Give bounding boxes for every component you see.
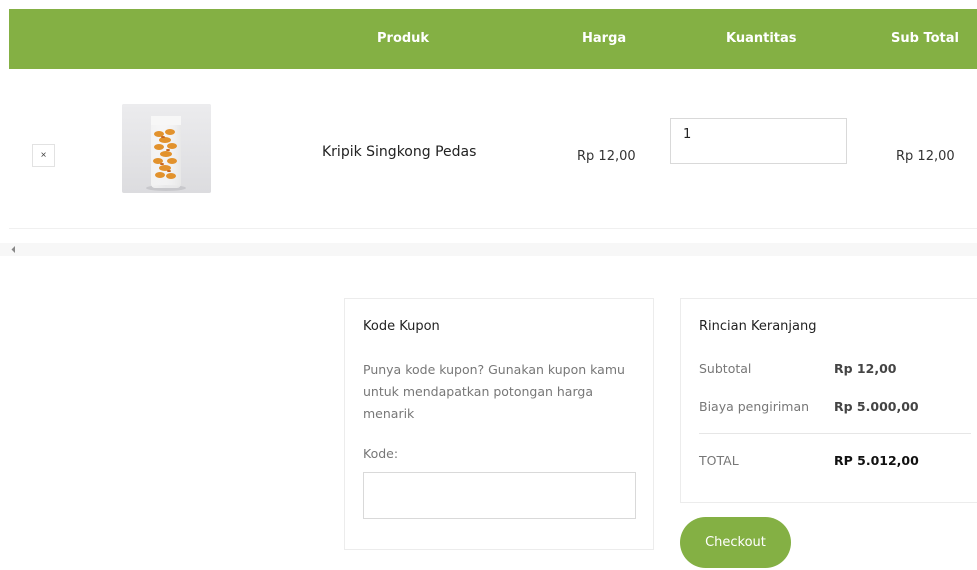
coupon-description: Punya kode kupon? Gunakan kupon kamu unt… xyxy=(363,362,625,421)
header-quantity: Kuantitas xyxy=(726,31,797,46)
coupon-title: Kode Kupon xyxy=(363,319,440,334)
summary-title: Rincian Keranjang xyxy=(699,319,817,334)
cart-summary-card: Rincian Keranjang Subtotal Rp 12,00 Biay… xyxy=(680,298,977,503)
cart-table: Produk Harga Kuantitas Sub Total × Kripi… xyxy=(9,9,977,249)
product-thumbnail[interactable] xyxy=(122,104,211,193)
product-name-link[interactable]: Kripik Singkong Pedas xyxy=(322,144,476,160)
summary-total-label: TOTAL xyxy=(699,453,739,468)
cart-table-header: Produk Harga Kuantitas Sub Total xyxy=(9,9,977,69)
scroll-left-icon[interactable] xyxy=(9,245,21,254)
summary-subtotal-value: Rp 12,00 xyxy=(834,361,897,376)
table-row: × Kripik Singkong Pedas Rp 12,00 1 Rp 12… xyxy=(9,69,977,229)
header-product: Produk xyxy=(377,31,430,46)
summary-shipping-label: Biaya pengiriman xyxy=(699,399,810,414)
summary-subtotal-label: Subtotal xyxy=(699,361,752,376)
header-subtotal: Sub Total xyxy=(891,31,959,46)
checkout-button[interactable]: Checkout xyxy=(680,517,791,568)
horizontal-scrollbar[interactable] xyxy=(0,243,977,256)
product-subtotal: Rp 12,00 xyxy=(896,149,955,164)
summary-total-value: RP 5.012,00 xyxy=(834,453,919,468)
coupon-code-input[interactable] xyxy=(363,472,636,519)
quantity-input[interactable] xyxy=(670,118,847,164)
remove-item-button[interactable]: × xyxy=(32,144,55,167)
coupon-card: Kode Kupon Punya kode kupon? Gunakan kup… xyxy=(344,298,654,550)
product-price: Rp 12,00 xyxy=(577,149,636,164)
summary-shipping-value: Rp 5.000,00 xyxy=(834,399,919,414)
header-price: Harga xyxy=(582,31,627,46)
close-icon: × xyxy=(40,150,47,161)
coupon-code-label: Kode: xyxy=(363,446,399,461)
product-image xyxy=(122,104,211,193)
summary-divider xyxy=(699,433,971,434)
